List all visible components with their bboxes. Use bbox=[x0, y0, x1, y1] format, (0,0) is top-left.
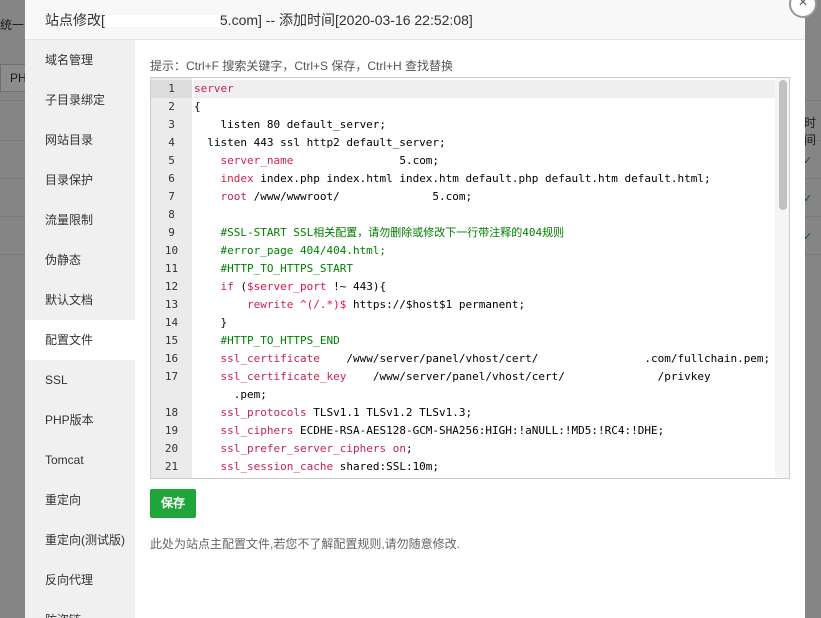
line-text[interactable]: { bbox=[194, 98, 789, 116]
shortcut-tip: 提示：Ctrl+F 搜索关键字，Ctrl+S 保存，Ctrl+H 查找替换 bbox=[150, 59, 454, 73]
sidebar-item[interactable]: 反向代理 bbox=[25, 560, 135, 600]
sidebar-item[interactable]: 网站目录 bbox=[25, 120, 135, 160]
line-number: 20 bbox=[164, 442, 179, 455]
code-line[interactable]: 8 bbox=[168, 206, 789, 224]
line-number: 5 bbox=[168, 154, 175, 167]
code-line[interactable]: 21 ssl_session_cache shared:SSL:10m; bbox=[165, 458, 789, 476]
line-number: 21 bbox=[164, 460, 179, 473]
line-number: 9 bbox=[168, 226, 175, 239]
code-line[interactable]: 9 #SSL-START SSL相关配置，请勿删除或修改下一行带注释的404规则 bbox=[168, 224, 789, 242]
config-warning-note: 此处为站点主配置文件,若您不了解配置规则,请勿随意修改. bbox=[150, 537, 461, 551]
code-editor[interactable]: 1 server 2{3 listen 80 default_server; 4 li… bbox=[150, 77, 790, 479]
modal-titlebar: 站点修改[5.com] -- 添加时间[2020-03-16 22:52:08] bbox=[25, 0, 805, 40]
line-number: 4 bbox=[168, 136, 175, 149]
sidebar-item[interactable]: SSL bbox=[25, 360, 135, 400]
line-number: 17 bbox=[164, 370, 179, 383]
line-text[interactable]: ssl_certificate_key /www/server/panel/vh… bbox=[194, 368, 789, 386]
config-file-panel: 提示：Ctrl+F 搜索关键字，Ctrl+S 保存，Ctrl+H 查找替换 1s… bbox=[135, 40, 805, 618]
code-line[interactable]: 11 #HTTP_TO_HTTPS_START bbox=[165, 260, 789, 278]
sidebar-item[interactable]: 域名管理 bbox=[25, 40, 135, 80]
line-text[interactable]: ssl_session_cache shared:SSL:10m; bbox=[194, 458, 789, 476]
line-number: 1 bbox=[151, 80, 192, 98]
line-text[interactable]: ssl_prefer_server_ciphers on; bbox=[194, 440, 789, 458]
line-text[interactable]: server bbox=[194, 80, 789, 98]
code-line[interactable]: 6 index index.php index.html index.htm d… bbox=[168, 170, 789, 188]
code-line[interactable]: 2{ bbox=[168, 98, 789, 116]
code-line[interactable]: 1 server bbox=[151, 80, 789, 98]
sidebar-item[interactable]: 目录保护 bbox=[25, 160, 135, 200]
sidebar-item[interactable]: 伪静态 bbox=[25, 240, 135, 280]
code-line[interactable]: 20 ssl_prefer_server_ciphers on; bbox=[165, 440, 789, 458]
line-number: 10 bbox=[164, 244, 179, 257]
line-text[interactable]: server_name 5.com; bbox=[194, 152, 789, 170]
sidebar-item[interactable]: 重定向(测试版) bbox=[25, 520, 135, 560]
code-line[interactable]: 18 ssl_protocols TLSv1.1 TLSv1.2 TLSv1.3… bbox=[165, 404, 789, 422]
vertical-scrollbar[interactable] bbox=[775, 78, 789, 478]
code-line[interactable]: 16 ssl_certificate /www/server/panel/vho… bbox=[165, 350, 789, 368]
code-line[interactable]: 7 root /www/wwwroot/ 5.com; bbox=[168, 188, 789, 206]
sidebar-item[interactable]: PHP版本 bbox=[25, 400, 135, 440]
modal-title: 站点修改[5.com] -- 添加时间[2020-03-16 22:52:08] bbox=[45, 12, 473, 28]
line-text[interactable]: #HTTP_TO_HTTPS_END bbox=[194, 332, 789, 350]
line-text[interactable]: ssl_protocols TLSv1.1 TLSv1.2 TLSv1.3; bbox=[194, 404, 789, 422]
code-line[interactable]: 15 #HTTP_TO_HTTPS_END bbox=[165, 332, 789, 350]
site-edit-modal: 站点修改[5.com] -- 添加时间[2020-03-16 22:52:08]… bbox=[25, 0, 805, 618]
code-line[interactable]: 4 listen 443 ssl http2 default_server; bbox=[168, 134, 789, 152]
line-text[interactable]: } bbox=[194, 314, 789, 332]
save-button[interactable]: 保存 bbox=[150, 489, 196, 518]
code-line[interactable]: 19 ssl_ciphers ECDHE-RSA-AES128-GCM-SHA2… bbox=[165, 422, 789, 440]
redacted-domain bbox=[104, 15, 220, 28]
code-line[interactable]: 13 rewrite ^(/.*)$ https://$host$1 perma… bbox=[165, 296, 789, 314]
sidebar-item[interactable]: 重定向 bbox=[25, 480, 135, 520]
line-number: 2 bbox=[168, 100, 175, 113]
sidebar-item[interactable]: 子目录绑定 bbox=[25, 80, 135, 120]
line-number: 6 bbox=[168, 172, 175, 185]
scrollbar-thumb[interactable] bbox=[779, 80, 787, 210]
line-text[interactable]: listen 443 ssl http2 default_server; bbox=[194, 134, 789, 152]
line-text[interactable]: #SSL-START SSL相关配置，请勿删除或修改下一行带注释的404规则 bbox=[194, 224, 789, 242]
line-text[interactable]: ssl_ciphers ECDHE-RSA-AES128-GCM-SHA256:… bbox=[194, 422, 789, 440]
line-number: 3 bbox=[168, 118, 175, 131]
code-line[interactable]: 17 ssl_certificate_key /www/server/panel… bbox=[165, 368, 789, 386]
line-number: 13 bbox=[164, 298, 179, 311]
sidebar-item[interactable]: 流量限制 bbox=[25, 200, 135, 240]
line-number: 15 bbox=[164, 334, 179, 347]
code-area[interactable]: 1 server 2{3 listen 80 default_server; 4 li… bbox=[151, 78, 789, 478]
code-line[interactable]: 14 } bbox=[165, 314, 789, 332]
sidebar-item[interactable]: Tomcat bbox=[25, 440, 135, 480]
code-line[interactable]: 5 server_name 5.com; bbox=[168, 152, 789, 170]
code-line[interactable]: 12 if ($server_port !~ 443){ bbox=[165, 278, 789, 296]
line-text[interactable]: #HTTP_TO_HTTPS_START bbox=[194, 260, 789, 278]
sidebar-item[interactable]: 配置文件 bbox=[25, 320, 135, 360]
sidebar-item[interactable]: 防盗链 bbox=[25, 600, 135, 618]
line-text[interactable]: index index.php index.html index.htm def… bbox=[194, 170, 789, 188]
line-number: 19 bbox=[164, 424, 179, 437]
line-text[interactable]: root /www/wwwroot/ 5.com; bbox=[194, 188, 789, 206]
line-number: 12 bbox=[164, 280, 179, 293]
line-text[interactable]: ssl_certificate /www/server/panel/vhost/… bbox=[194, 350, 789, 368]
line-text[interactable]: .pem; bbox=[194, 386, 789, 404]
line-text[interactable]: #error_page 404/404.html; bbox=[194, 242, 789, 260]
code-line[interactable]: 3 listen 80 default_server; bbox=[168, 116, 789, 134]
line-number: 18 bbox=[164, 406, 179, 419]
line-number: 16 bbox=[164, 352, 179, 365]
line-text[interactable]: if ($server_port !~ 443){ bbox=[194, 278, 789, 296]
line-number: 7 bbox=[168, 190, 175, 203]
code-line[interactable]: 10 #error_page 404/404.html; bbox=[165, 242, 789, 260]
line-number: 14 bbox=[164, 316, 179, 329]
line-text[interactable]: listen 80 default_server; bbox=[194, 116, 789, 134]
line-number: 11 bbox=[164, 262, 179, 275]
line-text[interactable]: rewrite ^(/.*)$ https://$host$1 permanen… bbox=[194, 296, 789, 314]
code-line[interactable]: .pem; bbox=[192, 386, 789, 404]
sidebar-item[interactable]: 默认文档 bbox=[25, 280, 135, 320]
modal-sidebar: 域名管理 子目录绑定 网站目录 目录保护 流量限制 伪静态 默认文档 配置文件 SSL PHP版本… bbox=[25, 40, 135, 618]
line-number: 8 bbox=[168, 208, 175, 221]
